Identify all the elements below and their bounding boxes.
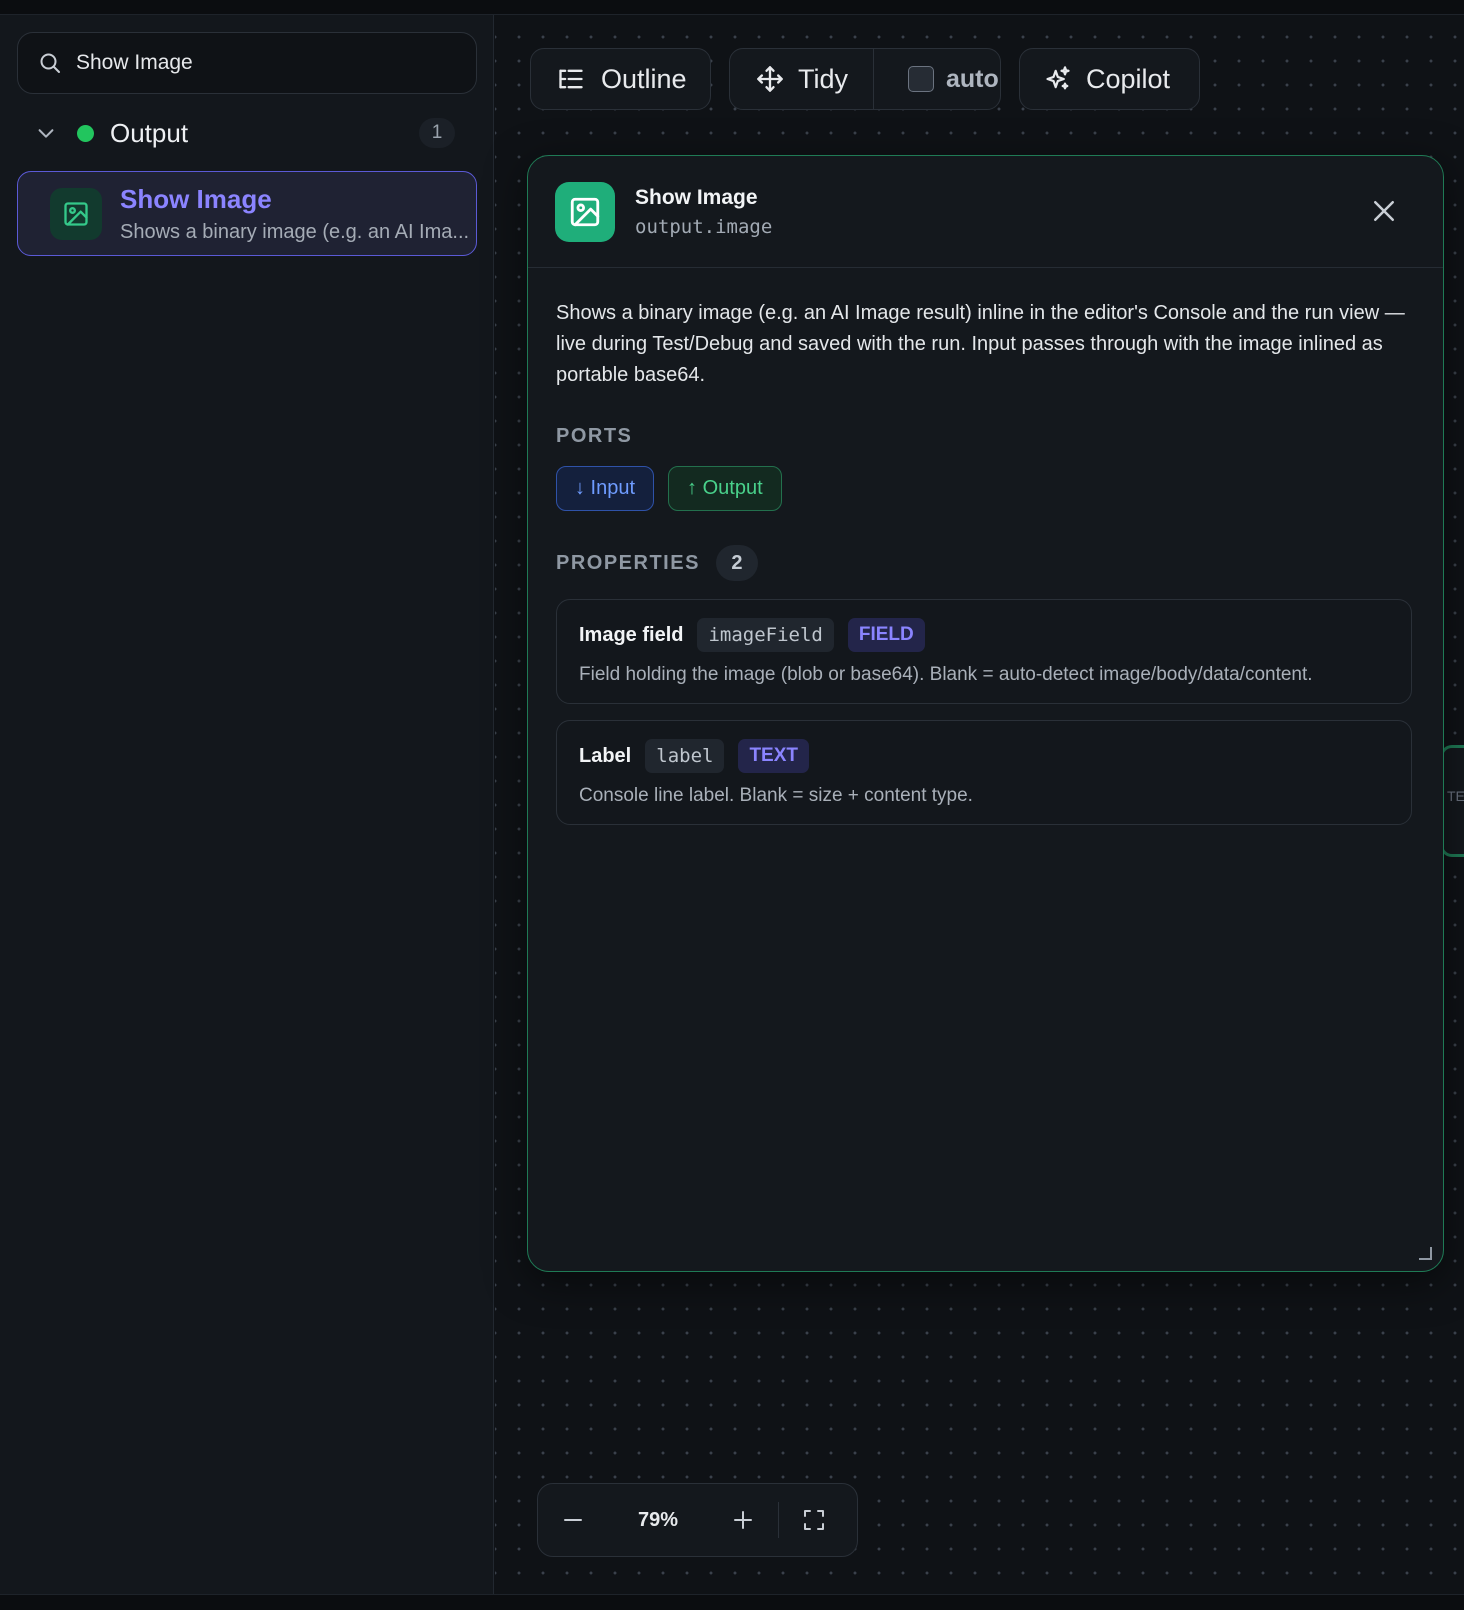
search-box[interactable] — [17, 32, 477, 94]
zoom-in-button[interactable] — [708, 1483, 778, 1557]
zoom-out-button[interactable] — [538, 1483, 608, 1557]
property-help: Console line label. Blank = size + conte… — [579, 785, 973, 806]
property-key: imageField — [697, 618, 834, 652]
property-name: Label — [579, 744, 632, 767]
copilot-label: Copilot — [1086, 63, 1171, 94]
group-label: Output — [110, 117, 189, 148]
tidy-button[interactable]: Tidy — [730, 49, 874, 109]
panel-node-id: output.image — [635, 215, 773, 238]
property-name: Image field — [579, 623, 684, 646]
sidebar-item-icon — [50, 187, 102, 240]
port-input[interactable]: ↓ Input — [556, 466, 655, 511]
property-label[interactable]: Label label TEXT Console line label. Bla… — [556, 720, 1412, 825]
close-icon[interactable] — [1369, 196, 1399, 226]
panel-description: Shows a binary image (e.g. an AI Image r… — [556, 302, 1405, 386]
tidy-label: Tidy — [798, 63, 849, 94]
canvas-toolbar: Outline Tidy auto Copilot — [530, 48, 1200, 110]
group-status-dot — [77, 124, 94, 142]
partial-node-text: TE — [1447, 788, 1464, 804]
panel-header: Show Image output.image — [528, 156, 1443, 268]
outline-button[interactable]: Outline — [530, 48, 711, 110]
sparkles-icon — [1046, 66, 1070, 90]
search-icon — [40, 53, 60, 73]
properties-heading-label: PROPERTIES — [556, 551, 700, 574]
auto-label: auto — [946, 64, 999, 93]
property-key: label — [645, 739, 725, 773]
sidebar-item-title: Show Image — [120, 183, 272, 214]
chevron-down-icon[interactable] — [35, 122, 57, 144]
properties-list: Image field imageField FIELD Field holdi… — [556, 599, 1415, 825]
auto-checkbox[interactable] — [908, 66, 934, 92]
group-output[interactable]: Output 1 — [17, 111, 477, 155]
node-library-sidebar: Output 1 Show Image Shows a binary image… — [0, 15, 494, 1594]
copilot-button[interactable]: Copilot — [1019, 48, 1200, 110]
auto-tidy-toggle[interactable]: auto — [874, 65, 999, 94]
search-input[interactable] — [76, 51, 436, 75]
property-image-field[interactable]: Image field imageField FIELD Field holdi… — [556, 599, 1412, 704]
node-detail-panel: Show Image output.image Shows a binary i… — [527, 155, 1444, 1272]
image-icon — [64, 201, 88, 226]
window-bottom-bar — [0, 1594, 1464, 1610]
tidy-group: Tidy auto — [729, 48, 1001, 110]
property-type-badge: TEXT — [738, 739, 810, 773]
port-output[interactable]: ↑ Output — [668, 466, 782, 511]
move-arrows-icon — [757, 66, 783, 92]
ports-heading: PORTS — [556, 425, 1415, 448]
fullscreen-icon — [804, 1510, 824, 1530]
ports-heading-label: PORTS — [556, 425, 633, 447]
group-count-badge: 1 — [419, 118, 455, 148]
plus-icon — [734, 1511, 752, 1529]
sidebar-item-show-image[interactable]: Show Image Shows a binary image (e.g. an… — [17, 171, 477, 256]
property-type-badge: FIELD — [847, 618, 925, 652]
property-help: Field holding the image (blob or base64)… — [579, 664, 1313, 685]
zoom-level: 79% — [637, 1508, 679, 1531]
properties-count-badge: 2 — [715, 545, 758, 581]
ports-list: ↓ Input ↑ Output — [556, 466, 1415, 511]
sidebar-item-description: Shows a binary image (e.g. an AI Ima... — [120, 220, 470, 243]
window-top-bar — [0, 0, 1464, 15]
zoom-controls: 79% — [537, 1483, 858, 1557]
panel-title: Show Image — [635, 185, 758, 209]
resize-handle-icon[interactable] — [1417, 1245, 1433, 1261]
minus-icon — [564, 1519, 582, 1521]
panel-node-icon — [555, 181, 615, 242]
outline-label: Outline — [601, 63, 687, 94]
image-icon — [570, 197, 600, 226]
outline-icon — [559, 69, 583, 89]
fit-view-button[interactable] — [779, 1483, 849, 1557]
properties-heading: PROPERTIES 2 — [556, 545, 1415, 581]
panel-body: Shows a binary image (e.g. an AI Image r… — [528, 268, 1443, 825]
